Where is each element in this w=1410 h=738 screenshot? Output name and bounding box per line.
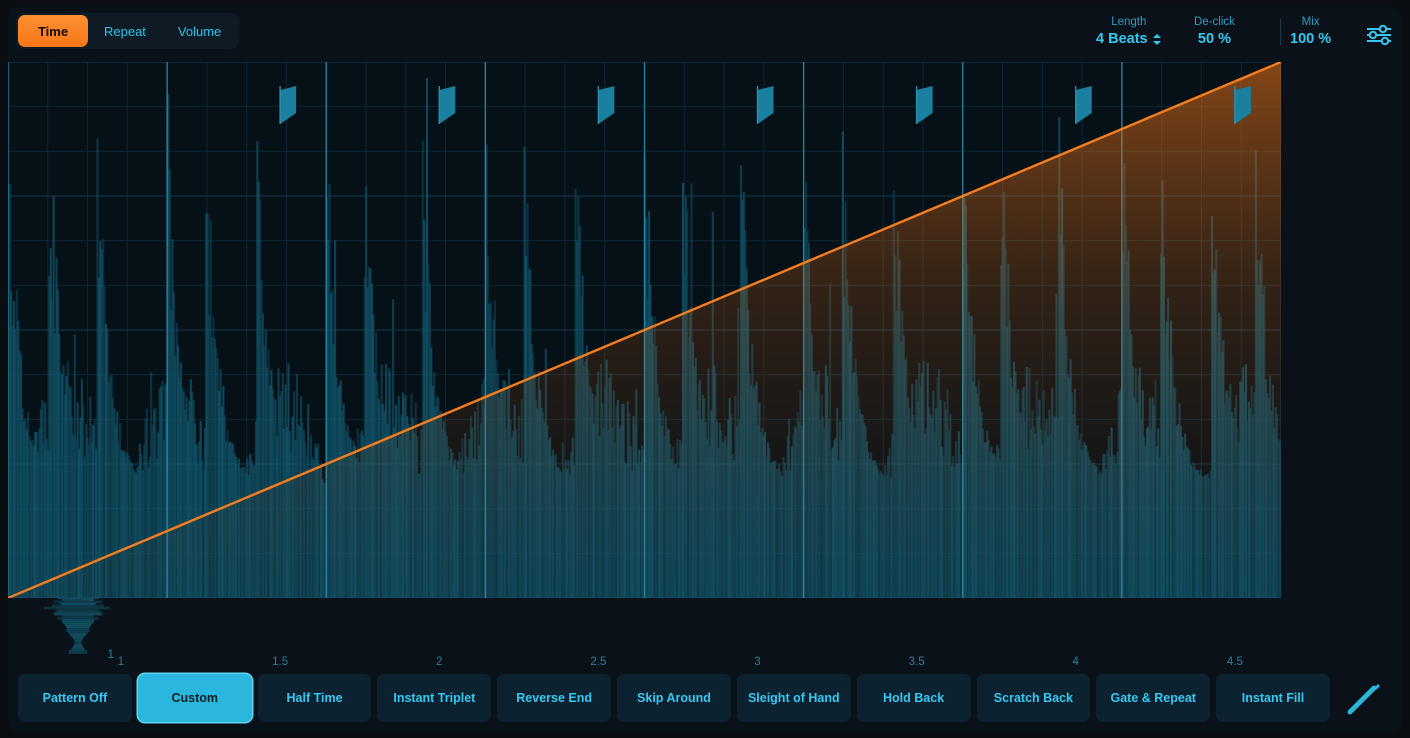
preset-button-label: Custom	[171, 691, 218, 705]
mode-tab-group: Time Repeat Volume	[16, 13, 240, 49]
declick-label: De-click	[1194, 16, 1235, 28]
preset-toolbar: Pattern Off Custom Half Time Instant Triple…	[8, 664, 1402, 732]
mix-value: 100 %	[1290, 31, 1332, 47]
top-toolbar: Time Repeat Volume Length 4 Beats De-cli…	[8, 6, 1402, 62]
tab-time[interactable]: Time	[18, 15, 88, 47]
preset-button-label: Scratch Back	[993, 691, 1074, 705]
preset-button-label: Reverse End	[516, 691, 593, 705]
preset-button-instant-fill[interactable]: Instant Fill	[1216, 674, 1330, 722]
preset-button-label: Gate & Repeat	[1110, 691, 1196, 705]
preset-button-scratch-back[interactable]: Scratch Back	[976, 674, 1091, 722]
preset-button-pattern-off[interactable]: Pattern Off	[18, 674, 132, 722]
stepper-updown-icon[interactable]	[1152, 33, 1162, 46]
tab-volume-label: Volume	[177, 23, 222, 39]
tab-repeat[interactable]: Repeat	[88, 15, 162, 47]
declick-value: 50 %	[1197, 31, 1231, 47]
mix-value-row[interactable]: 100 %	[1290, 30, 1331, 49]
sliders-icon[interactable]	[1364, 23, 1394, 47]
preset-button-label: Skip Around	[637, 691, 711, 705]
preset-button-label: Instant Triplet	[393, 691, 476, 705]
length-param[interactable]: Length 4 Beats	[1096, 15, 1162, 49]
preset-button-label: Instant Fill	[1241, 691, 1305, 705]
time-map-chart[interactable]: Beat 1234	[8, 62, 1402, 674]
preset-button-label: Half Time	[286, 691, 343, 705]
plot-area[interactable]	[8, 62, 1281, 598]
app-root: Time Repeat Volume Length 4 Beats De-cli…	[0, 0, 1410, 738]
declick-param[interactable]: De-click 50 %	[1194, 15, 1235, 49]
pencil-icon[interactable]	[1336, 674, 1392, 722]
tab-time-label: Time	[37, 23, 69, 39]
preset-button-instant-triplet[interactable]: Instant Triplet	[377, 674, 492, 722]
mix-label: Mix	[1301, 16, 1320, 28]
preset-button-hold-back[interactable]: Hold Back	[856, 674, 971, 722]
tab-volume[interactable]: Volume	[162, 15, 237, 47]
toolbar-divider	[1280, 19, 1281, 45]
length-label: Length	[1111, 16, 1147, 28]
preset-button-label: Hold Back	[883, 691, 945, 705]
preset-button-label: Pattern Off	[42, 691, 108, 705]
declick-value-row[interactable]: 50 %	[1198, 30, 1231, 49]
preset-button-half-time[interactable]: Half Time	[257, 674, 372, 722]
time-editor-panel: Time Repeat Volume Length 4 Beats De-cli…	[8, 6, 1402, 732]
length-value: 4 Beats	[1096, 31, 1148, 47]
mix-param[interactable]: Mix 100 %	[1290, 15, 1331, 49]
y-axis-tick-label: 1	[107, 647, 114, 661]
tab-repeat-label: Repeat	[104, 23, 146, 39]
preset-button-custom[interactable]: Custom	[137, 674, 252, 722]
beat-flag-markers[interactable]	[121, 84, 1394, 124]
preset-button-skip-around[interactable]: Skip Around	[617, 674, 731, 722]
preset-button-label: Sleight of Hand	[747, 691, 840, 705]
preset-button-gate-repeat[interactable]: Gate & Repeat	[1096, 674, 1211, 722]
length-value-row[interactable]: 4 Beats	[1096, 30, 1162, 49]
preset-button-reverse-end[interactable]: Reverse End	[497, 674, 612, 722]
preset-button-sleight-of-hand[interactable]: Sleight of Hand	[736, 674, 851, 722]
